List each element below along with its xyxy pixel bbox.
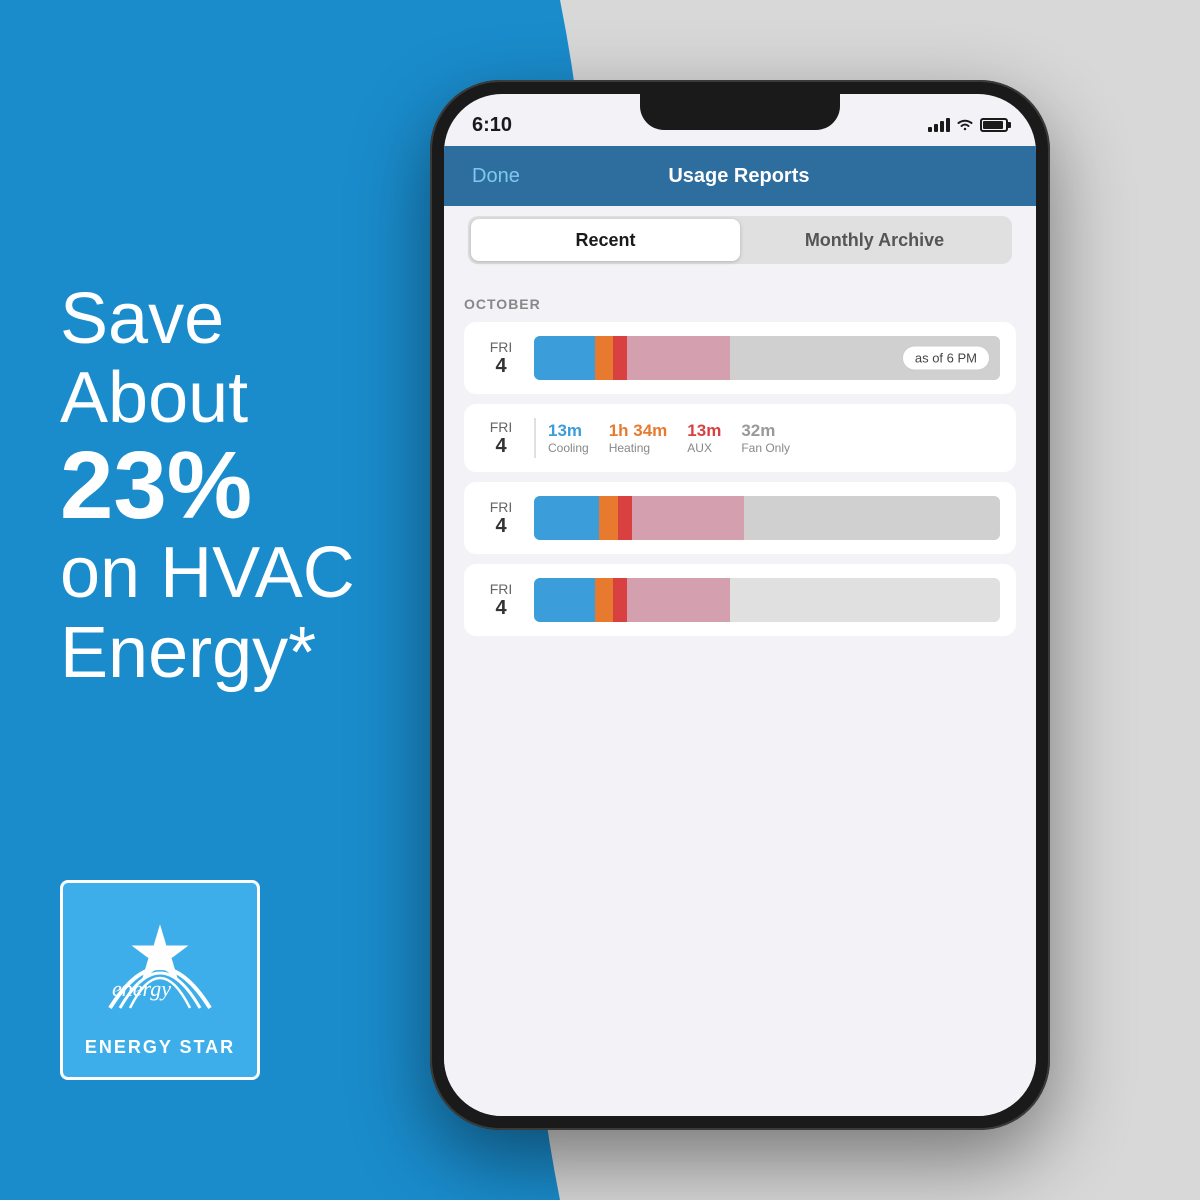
stat-aux-label: AUX <box>687 441 721 455</box>
signal-bar-1 <box>928 127 932 132</box>
stat-cooling-value: 13m <box>548 421 589 441</box>
day-name-3: FRI <box>480 499 522 515</box>
day-label-4: FRI 4 <box>480 581 522 620</box>
stats-row[interactable]: FRI 4 13m Cooling 1h 34m Heating <box>464 404 1016 472</box>
status-icons <box>928 117 1008 134</box>
usage-row-3[interactable]: FRI 4 <box>464 482 1016 554</box>
bar-orange-3 <box>599 496 618 540</box>
stat-cooling-label: Cooling <box>548 441 589 455</box>
phone-screen: 6:10 Don <box>444 94 1036 1116</box>
tab-monthly-archive[interactable]: Monthly Archive <box>740 219 1009 261</box>
stat-fan-value: 32m <box>741 421 790 441</box>
stat-cooling: 13m Cooling <box>548 421 589 455</box>
bar-track-4 <box>534 578 1000 622</box>
stat-aux: 13m AUX <box>687 421 721 455</box>
signal-bar-4 <box>946 118 950 132</box>
stats-values: 13m Cooling 1h 34m Heating 13m AUX 32m <box>548 421 1000 455</box>
stat-fan: 32m Fan Only <box>741 421 790 455</box>
percent-text: 23% <box>60 438 355 534</box>
day-label-stats: FRI 4 <box>480 419 522 458</box>
save-line2: About <box>60 358 248 438</box>
usage-row-1[interactable]: FRI 4 as of 6 PM <box>464 322 1016 394</box>
section-label: OCTOBER <box>464 296 1016 312</box>
content-area: OCTOBER FRI 4 as of 6 PM <box>444 280 1036 1116</box>
bar-aux-1 <box>613 336 627 380</box>
nav-bar: Done Usage Reports <box>444 146 1036 206</box>
segmented-control: Recent Monthly Archive <box>468 216 1012 264</box>
wifi-icon <box>956 117 974 134</box>
stats-divider <box>534 418 536 458</box>
tab-recent-label: Recent <box>575 230 635 251</box>
phone-container: 6:10 Don <box>430 80 1050 1130</box>
bar-heating-1 <box>595 336 614 380</box>
tab-monthly-archive-label: Monthly Archive <box>805 230 944 251</box>
day-num-1: 4 <box>480 355 522 378</box>
stat-heating-value: 1h 34m <box>609 421 668 441</box>
battery-fill <box>983 121 1003 129</box>
hvac-line2: Energy* <box>60 613 316 693</box>
left-panel-text: Save About 23% on HVAC Energy* <box>60 280 355 693</box>
day-num-stats: 4 <box>480 435 522 458</box>
phone-frame: 6:10 Don <box>430 80 1050 1130</box>
bar-track-3 <box>534 496 1000 540</box>
tab-recent[interactable]: Recent <box>471 219 740 261</box>
save-line1: Save <box>60 279 224 359</box>
bar-track-1: as of 6 PM <box>534 336 1000 380</box>
energy-star-label: ENERGY STAR <box>85 1037 235 1058</box>
bar-orange-4 <box>595 578 614 622</box>
stat-heating: 1h 34m Heating <box>609 421 668 455</box>
signal-bar-2 <box>934 124 938 132</box>
bar-blue-4 <box>534 578 595 622</box>
done-button[interactable]: Done <box>472 165 520 188</box>
day-label-1: FRI 4 <box>480 339 522 378</box>
day-num-4: 4 <box>480 597 522 620</box>
phone-notch <box>640 94 840 130</box>
bar-empty-3 <box>744 496 1000 540</box>
nav-title: Usage Reports <box>668 165 809 188</box>
energy-star-badge: energy ENERGY STAR <box>60 880 260 1080</box>
signal-bars-icon <box>928 118 950 132</box>
as-of-badge: as of 6 PM <box>902 346 990 371</box>
hvac-line1: on HVAC <box>60 533 355 613</box>
bar-pink-4 <box>627 578 730 622</box>
day-num-3: 4 <box>480 515 522 538</box>
bar-cooling-1 <box>534 336 595 380</box>
bar-empty-4 <box>730 578 1000 622</box>
day-name-4: FRI <box>480 581 522 597</box>
day-label-3: FRI 4 <box>480 499 522 538</box>
bar-blue-3 <box>534 496 599 540</box>
svg-text:energy: energy <box>112 976 171 1001</box>
stat-heating-label: Heating <box>609 441 668 455</box>
usage-row-4[interactable]: FRI 4 <box>464 564 1016 636</box>
stat-fan-label: Fan Only <box>741 441 790 455</box>
bar-red-3 <box>618 496 632 540</box>
bar-pink-1 <box>627 336 730 380</box>
battery-icon <box>980 118 1008 132</box>
energy-star-logo-icon: energy <box>90 903 230 1033</box>
day-name-1: FRI <box>480 339 522 355</box>
bar-pink-3 <box>632 496 744 540</box>
bar-red-4 <box>613 578 627 622</box>
day-name-stats: FRI <box>480 419 522 435</box>
signal-bar-3 <box>940 121 944 132</box>
stat-aux-value: 13m <box>687 421 721 441</box>
status-time: 6:10 <box>472 114 512 137</box>
